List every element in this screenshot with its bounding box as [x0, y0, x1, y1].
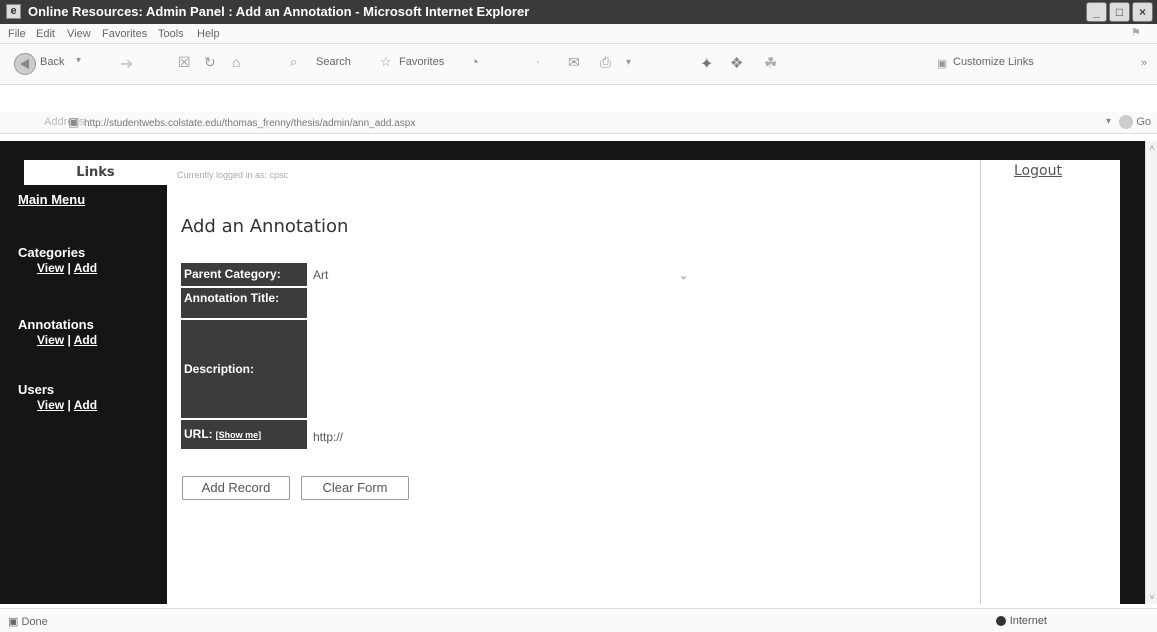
main-menu-link[interactable]: Main Menu: [18, 192, 85, 207]
menu-favorites[interactable]: Favorites: [102, 28, 147, 40]
page-title: Add an Annotation: [181, 216, 349, 237]
categories-add-link[interactable]: Add: [74, 261, 97, 275]
windows-logo-icon: ⚑: [1131, 27, 1141, 39]
research-icon[interactable]: ❖: [730, 54, 743, 72]
back-button[interactable]: Back: [40, 56, 64, 68]
categories-title: Categories: [18, 245, 86, 260]
menu-tools[interactable]: Tools: [158, 28, 184, 40]
go-button[interactable]: Go: [1119, 115, 1151, 129]
mail-icon[interactable]: ✉: [568, 54, 580, 71]
annotation-title-input[interactable]: [313, 292, 733, 314]
main-panel: Currently logged in as: cpsc Add an Anno…: [167, 160, 980, 604]
logout-link[interactable]: Logout: [1014, 163, 1062, 179]
go-label: Go: [1136, 115, 1151, 128]
users-title: Users: [18, 382, 55, 397]
url-label-text: URL:: [184, 427, 213, 441]
status-label: Done: [21, 616, 48, 628]
close-button[interactable]: ×: [1132, 2, 1153, 22]
customize-links-button[interactable]: Customize Links: [953, 56, 1034, 68]
print-icon[interactable]: ⎙: [600, 54, 611, 71]
menu-file[interactable]: File: [8, 28, 26, 40]
refresh-icon[interactable]: ↻: [204, 54, 216, 71]
menu-view[interactable]: View: [67, 28, 91, 40]
window-controls: _ □ ×: [1086, 2, 1153, 22]
parent-category-select[interactable]: Art: [313, 268, 328, 282]
search-button[interactable]: Search: [316, 56, 351, 68]
url-input[interactable]: http://: [313, 430, 343, 444]
menu-edit[interactable]: Edit: [36, 28, 55, 40]
annotations-title: Annotations: [18, 317, 94, 332]
title-bar: e Online Resources: Admin Panel : Add an…: [0, 0, 1157, 24]
description-textarea[interactable]: [313, 324, 873, 414]
link-separator: |: [64, 261, 74, 275]
page-icon: ▣: [68, 115, 80, 129]
minimize-button[interactable]: _: [1086, 2, 1107, 22]
show-me-link[interactable]: [Show me]: [216, 430, 262, 440]
users-links: View | Add: [37, 398, 97, 412]
status-text: ▣ Done: [8, 615, 48, 628]
page-icon: ▣: [8, 616, 22, 628]
categories-view-link[interactable]: View: [37, 261, 64, 275]
maximize-button[interactable]: □: [1109, 2, 1130, 22]
globe-icon: [995, 616, 1006, 627]
add-record-button[interactable]: Add Record: [182, 476, 290, 500]
annotations-add-link[interactable]: Add: [74, 333, 97, 347]
parent-category-label: Parent Category:: [181, 263, 307, 288]
sidebar: Main Menu Categories View | Add Annotati…: [17, 185, 167, 604]
back-arrow-icon[interactable]: [14, 53, 36, 75]
status-bar: ▣ Done Internet: [0, 608, 1157, 632]
link-separator: |: [64, 398, 74, 412]
right-panel: Logout: [980, 160, 1120, 604]
stop-icon[interactable]: ☒: [178, 54, 191, 71]
users-view-link[interactable]: View: [37, 398, 64, 412]
users-add-link[interactable]: Add: [74, 398, 97, 412]
address-input[interactable]: http://studentwebs.colstate.edu/thomas_f…: [84, 115, 1104, 132]
description-label: Description:: [181, 320, 307, 420]
logged-in-text: Currently logged in as: cpsc: [177, 170, 289, 180]
annotations-links: View | Add: [37, 333, 97, 347]
annotation-title-label: Annotation Title:: [181, 288, 307, 320]
history-icon[interactable]: ·: [536, 54, 540, 68]
forward-icon[interactable]: ➔: [120, 54, 133, 74]
top-frame-strip: [0, 141, 1145, 160]
select-chevron-icon[interactable]: ⌄: [679, 269, 688, 282]
ie-page-icon: ▣: [937, 58, 948, 70]
home-icon[interactable]: ⌂: [232, 54, 240, 70]
zone-label: Internet: [1009, 615, 1047, 627]
links-header: Links: [24, 160, 167, 185]
scroll-up-icon[interactable]: ˄: [1147, 143, 1157, 153]
right-frame-strip: [1120, 141, 1145, 604]
security-zone: Internet: [995, 615, 1047, 627]
toolbar-more-icon[interactable]: »: [1141, 57, 1147, 69]
annotations-view-link[interactable]: View: [37, 333, 64, 347]
url-label: URL: [Show me]: [181, 420, 307, 451]
ie-logo-icon: e: [6, 4, 21, 19]
menu-help[interactable]: Help: [197, 28, 220, 40]
menu-bar: File Edit View Favorites Tools Help ⚑: [0, 24, 1157, 44]
window-title: Online Resources: Admin Panel : Add an A…: [28, 4, 530, 19]
messenger-icon[interactable]: ✦: [700, 54, 713, 74]
address-bar: Address ▣ http://studentwebs.colstate.ed…: [0, 112, 1157, 134]
print-dropdown-icon[interactable]: ▾: [626, 57, 631, 68]
address-dropdown-icon[interactable]: ▾: [1106, 116, 1111, 127]
media-icon[interactable]: ◔: [470, 54, 479, 71]
discuss-icon[interactable]: ☘: [764, 54, 777, 72]
clear-form-button[interactable]: Clear Form: [301, 476, 409, 500]
search-icon: ⌕: [290, 54, 298, 69]
vertical-scrollbar[interactable]: ˄ ˅: [1145, 141, 1157, 604]
link-separator: |: [64, 333, 74, 347]
page-content: Links Main Menu Categories View | Add An…: [0, 141, 1145, 604]
toolbar: Back ▾ ➔ ☒ ↻ ⌂ ⌕ Search ☆ Favorites ◔ · …: [0, 45, 1157, 85]
back-dropdown-icon[interactable]: ▾: [76, 55, 81, 66]
categories-links: View | Add: [37, 261, 97, 275]
favorites-star-icon: ☆: [380, 54, 392, 69]
scroll-down-icon[interactable]: ˅: [1147, 592, 1157, 602]
favorites-button[interactable]: Favorites: [399, 56, 444, 68]
go-arrow-icon: [1119, 115, 1134, 129]
